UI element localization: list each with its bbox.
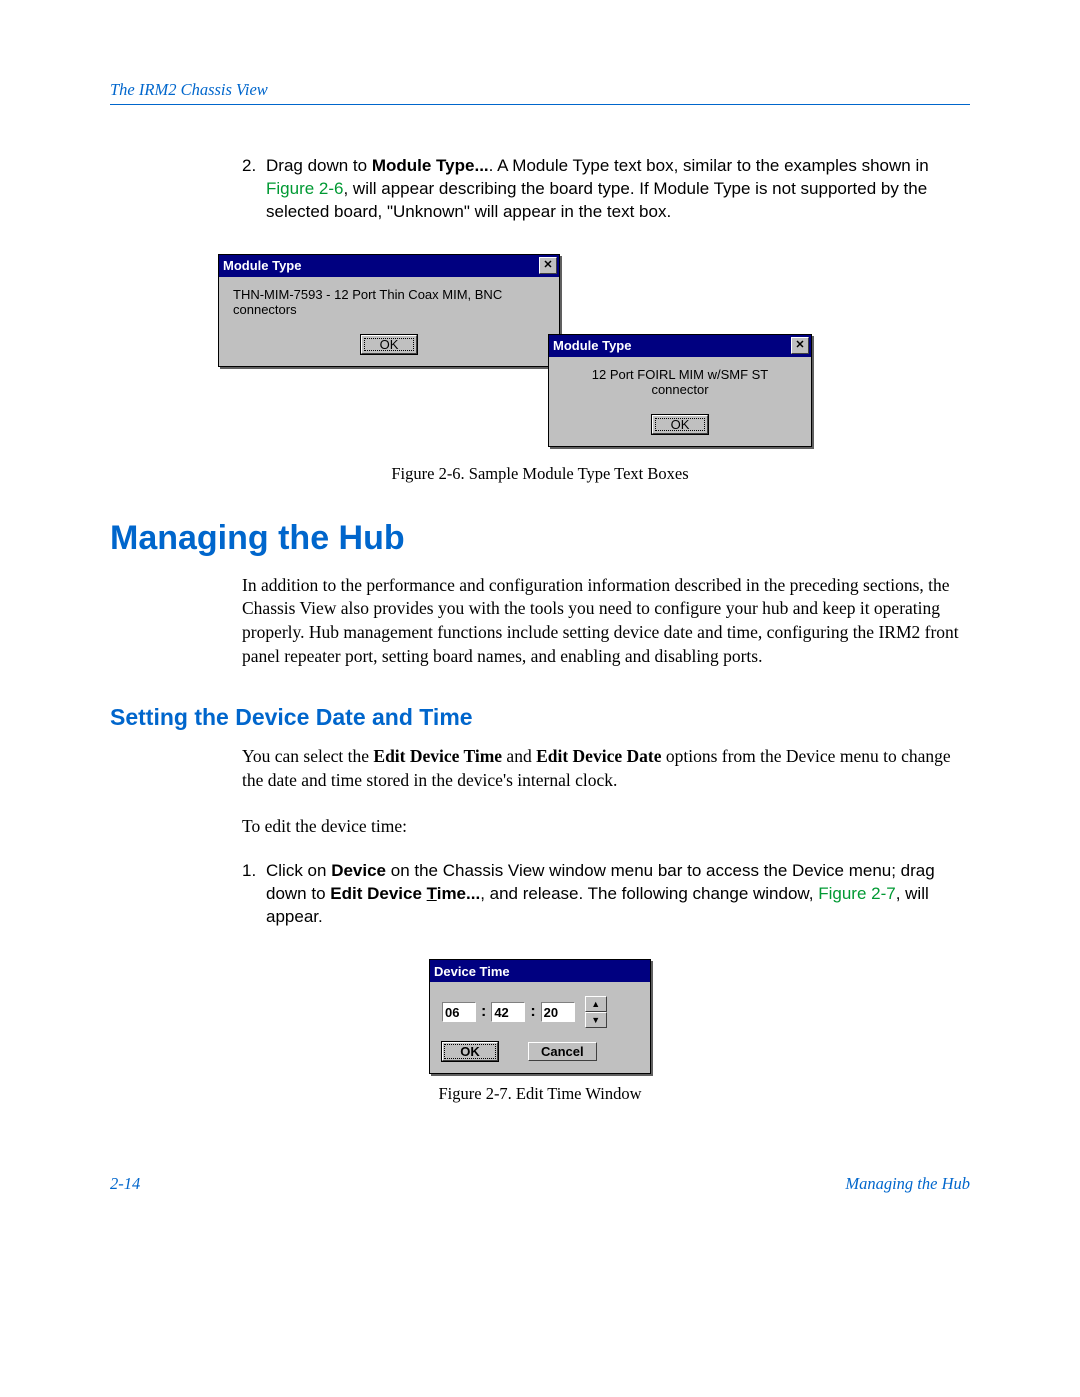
- step-2: 2. Drag down to Module Type.... A Module…: [242, 155, 970, 224]
- step-text: Drag down to Module Type.... A Module Ty…: [266, 155, 970, 224]
- time-spinner: ▲ ▼: [585, 996, 607, 1028]
- figure-caption-2-7: Figure 2-7. Edit Time Window: [110, 1084, 970, 1104]
- seconds-input[interactable]: [541, 1002, 575, 1022]
- figure-2-6-area: Module Type ✕ THN-MIM-7593 - 12 Port Thi…: [218, 254, 970, 454]
- page-number: 2-14: [110, 1174, 140, 1194]
- page-header: The IRM2 Chassis View: [110, 80, 970, 105]
- step-number: 1.: [242, 860, 266, 929]
- hours-input[interactable]: [442, 1002, 476, 1022]
- figure-caption-2-6: Figure 2-6. Sample Module Type Text Boxe…: [110, 464, 970, 484]
- dialog-title: Module Type: [553, 338, 791, 353]
- titlebar: Device Time: [430, 960, 650, 982]
- menu-name: Device: [331, 861, 386, 880]
- header-title: The IRM2 Chassis View: [110, 80, 268, 99]
- option-name: Edit Device Time: [373, 746, 502, 766]
- page-footer: 2-14 Managing the Hub: [110, 1174, 970, 1194]
- cancel-button[interactable]: Cancel: [528, 1042, 597, 1061]
- text: ime...: [437, 884, 480, 903]
- spin-down-icon[interactable]: ▼: [585, 1012, 607, 1028]
- device-time-dialog: Device Time : : ▲ ▼ OK Cancel: [429, 959, 651, 1074]
- step-number: 2.: [242, 155, 266, 224]
- text: Click on: [266, 861, 331, 880]
- step-text: Click on Device on the Chassis View wind…: [266, 860, 970, 929]
- heading-setting-date-time: Setting the Device Date and Time: [110, 704, 970, 731]
- figure-link[interactable]: Figure 2-7: [818, 884, 895, 903]
- access-key: T: [427, 884, 437, 903]
- paragraph: In addition to the performance and confi…: [242, 574, 970, 669]
- text: , will appear describing the board type.…: [266, 179, 927, 221]
- dialog-content-text: 12 Port FOIRL MIM w/SMF ST connector: [563, 367, 797, 397]
- module-type-dialog-2: Module Type ✕ 12 Port FOIRL MIM w/SMF ST…: [548, 334, 812, 447]
- ok-button[interactable]: OK: [652, 415, 708, 434]
- close-icon[interactable]: ✕: [791, 337, 809, 354]
- heading-managing-hub: Managing the Hub: [110, 519, 970, 558]
- dialog-title: Device Time: [434, 964, 648, 979]
- module-type-dialog-1: Module Type ✕ THN-MIM-7593 - 12 Port Thi…: [218, 254, 560, 367]
- ok-button[interactable]: OK: [442, 1042, 498, 1061]
- ok-button[interactable]: OK: [361, 335, 417, 354]
- menu-item-name: Module Type...: [372, 156, 489, 175]
- text: Edit Device: [330, 884, 426, 903]
- figure-2-7-area: Device Time : : ▲ ▼ OK Cancel: [110, 959, 970, 1074]
- step-1: 1. Click on Device on the Chassis View w…: [242, 860, 970, 929]
- footer-section-name: Managing the Hub: [845, 1174, 970, 1194]
- figure-link[interactable]: Figure 2-6: [266, 179, 343, 198]
- text: , and release. The following change wind…: [480, 884, 818, 903]
- menu-item-name: Edit Device Time...: [330, 884, 480, 903]
- paragraph: You can select the Edit Device Time and …: [242, 745, 970, 792]
- text: Drag down to: [266, 156, 372, 175]
- colon-separator: :: [480, 1003, 487, 1021]
- paragraph: To edit the device time:: [242, 815, 970, 839]
- colon-separator: :: [529, 1003, 536, 1021]
- text: and: [502, 746, 536, 766]
- titlebar: Module Type ✕: [549, 335, 811, 357]
- option-name: Edit Device Date: [536, 746, 661, 766]
- titlebar: Module Type ✕: [219, 255, 559, 277]
- dialog-content-text: THN-MIM-7593 - 12 Port Thin Coax MIM, BN…: [233, 287, 545, 317]
- dialog-title: Module Type: [223, 258, 539, 273]
- time-input-row: : : ▲ ▼: [442, 996, 638, 1028]
- close-icon[interactable]: ✕: [539, 257, 557, 274]
- text: You can select the: [242, 746, 373, 766]
- minutes-input[interactable]: [491, 1002, 525, 1022]
- text: . A Module Type text box, similar to the…: [489, 156, 929, 175]
- spin-up-icon[interactable]: ▲: [585, 996, 607, 1012]
